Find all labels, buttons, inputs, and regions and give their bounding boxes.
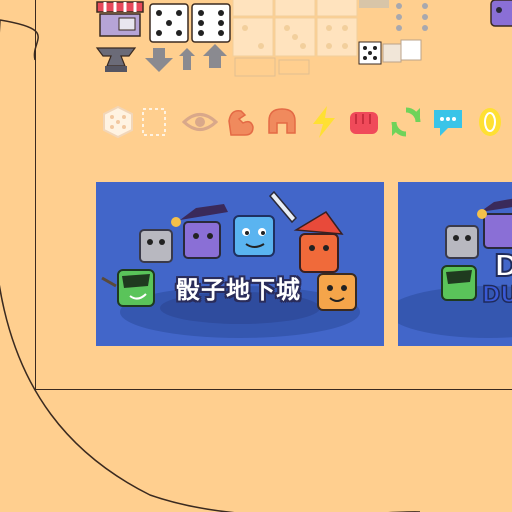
- speech-bubble-icon[interactable]: [430, 104, 466, 140]
- lightning-icon[interactable]: [306, 104, 342, 140]
- game-banner[interactable]: 骰子地下城: [96, 182, 384, 346]
- flex-arm-icon[interactable]: [222, 104, 258, 140]
- anvil-icon: [95, 47, 137, 72]
- recycle-icon[interactable]: [388, 104, 424, 140]
- banner-title: 骰子地下城: [176, 276, 301, 304]
- shop-icon: [96, 1, 144, 37]
- empty-slot-icon[interactable]: [136, 104, 172, 140]
- gray-dot-column-icon: [359, 0, 428, 31]
- svg-text:DU: DU: [482, 283, 512, 308]
- helmet-icon[interactable]: [264, 104, 300, 140]
- die-small-icon: [358, 39, 422, 65]
- game-banner-2[interactable]: D DU: [398, 182, 512, 346]
- fist-icon[interactable]: [346, 104, 382, 140]
- coin-icon[interactable]: [472, 104, 508, 140]
- arrow-down-icon: [145, 44, 227, 72]
- purple-character-icon: [490, 0, 512, 27]
- svg-text:D: D: [494, 249, 512, 284]
- die-white-icon: [149, 3, 231, 43]
- sprite-sheet: [95, 0, 512, 77]
- eye-icon[interactable]: [182, 104, 218, 140]
- die-outline-icon[interactable]: [100, 104, 136, 140]
- die-shadow-icon: [232, 0, 358, 77]
